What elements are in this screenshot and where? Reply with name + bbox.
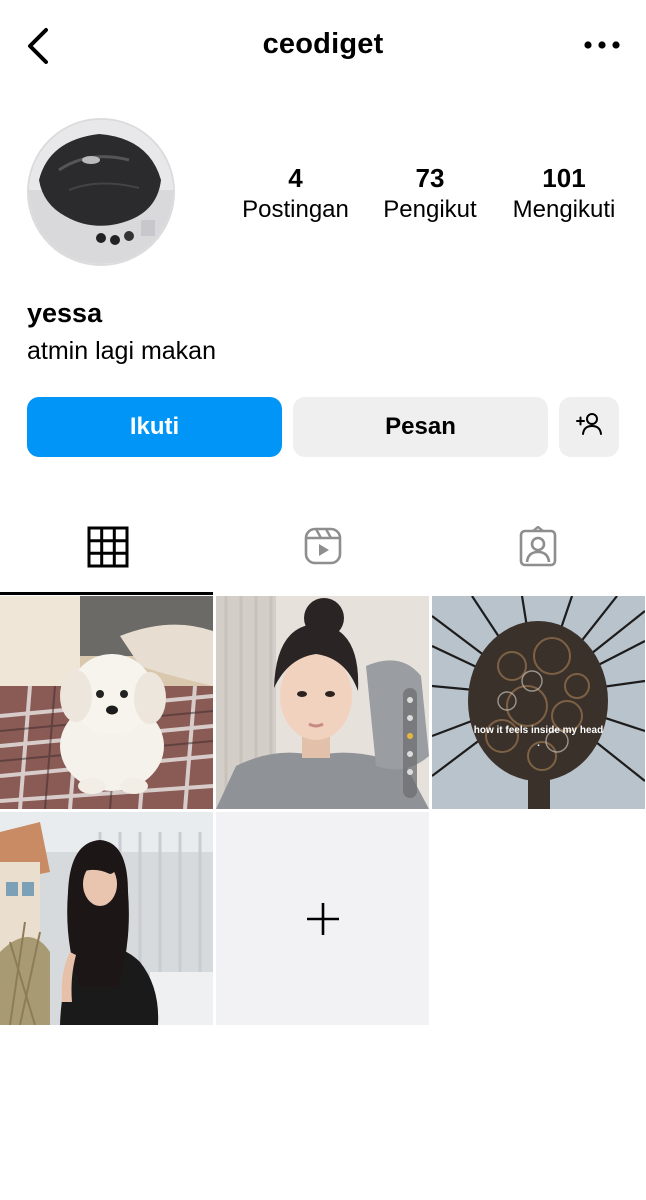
suggested-users-button[interactable] xyxy=(559,397,619,457)
tagged-icon xyxy=(518,525,558,573)
top-bar: ceodiget xyxy=(0,0,646,95)
active-tab-indicator xyxy=(0,592,213,595)
avatar[interactable] xyxy=(27,118,175,266)
add-post-tile[interactable] xyxy=(216,812,429,1025)
profile-display-name: yessa xyxy=(27,298,103,328)
post-thumbnail[interactable] xyxy=(0,596,213,809)
girl-selfie-photo xyxy=(216,596,429,809)
add-person-icon xyxy=(574,409,604,446)
tab-reels[interactable] xyxy=(215,510,430,596)
message-button[interactable]: Pesan xyxy=(293,397,548,457)
tab-tagged[interactable] xyxy=(430,510,645,596)
stat-following[interactable]: 101 Mengikuti xyxy=(504,163,624,227)
profile-summary: 4 Postingan 73 Pengikut 101 Mengikuti xyxy=(0,118,646,268)
tangled-wires-head-photo xyxy=(432,596,645,809)
post-caption-overlay: how it feels inside my head . xyxy=(473,725,604,749)
profile-username: ceodiget xyxy=(262,28,384,60)
posts-label: Postingan xyxy=(242,196,349,223)
post-thumbnail[interactable] xyxy=(216,596,429,809)
tab-posts[interactable] xyxy=(0,510,215,596)
post-thumbnail[interactable]: how it feels inside my head . xyxy=(432,596,645,809)
followers-count: 73 xyxy=(415,163,445,193)
stat-followers[interactable]: 73 Pengikut xyxy=(374,163,486,227)
follow-button[interactable]: Ikuti xyxy=(27,397,282,457)
stat-posts[interactable]: 4 Postingan xyxy=(238,163,353,227)
following-label: Mengikuti xyxy=(512,196,616,223)
posts-count: 4 xyxy=(288,163,303,193)
more-options-icon[interactable] xyxy=(582,34,622,56)
plus-icon xyxy=(305,901,341,937)
white-puppy-photo xyxy=(0,596,213,809)
following-count: 101 xyxy=(542,163,586,193)
post-thumbnail[interactable] xyxy=(0,812,213,1025)
grid-icon xyxy=(87,526,129,573)
reels-icon xyxy=(303,526,343,571)
profile-stats: 4 Postingan 73 Pengikut 101 Mengikuti xyxy=(228,163,628,233)
profile-bio: atmin lagi makan xyxy=(27,337,216,365)
profile-tabs xyxy=(0,510,646,596)
followers-label: Pengikut xyxy=(383,196,477,223)
girl-balcony-photo xyxy=(0,812,213,1025)
